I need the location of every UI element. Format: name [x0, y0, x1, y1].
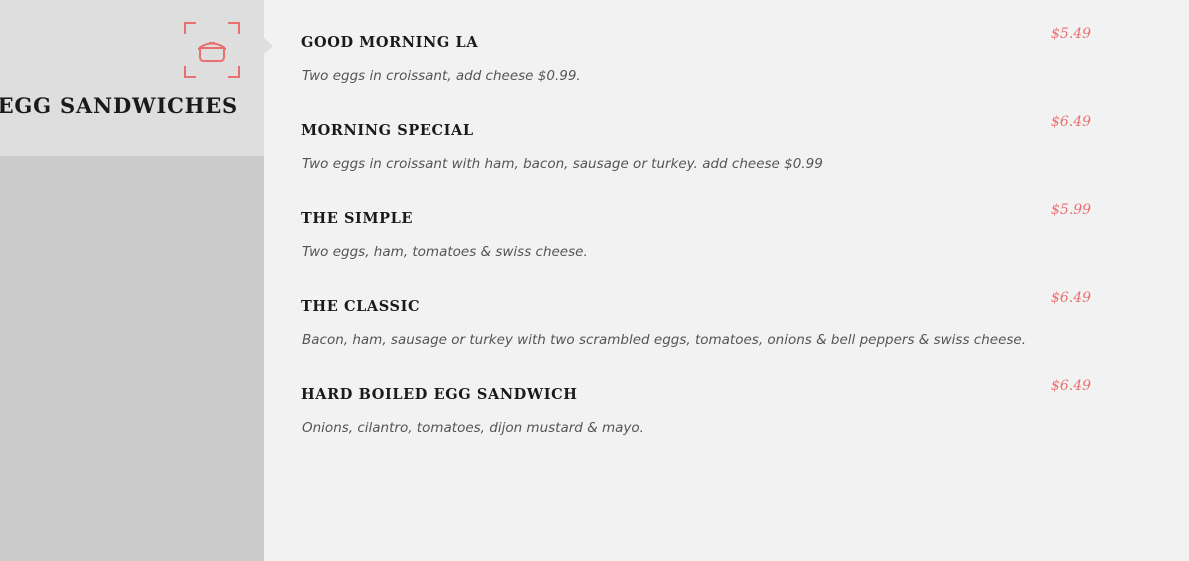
item-name: GOOD MORNING LA: [301, 34, 479, 51]
item-description: Onions, cilantro, tomatoes, dijon mustar…: [302, 420, 644, 436]
item-description: Two eggs, ham, tomatoes & swiss cheese.: [302, 244, 588, 260]
item-name: THE SIMPLE: [301, 210, 414, 227]
menu-item: GOOD MORNING LA Two eggs in croissant, a…: [301, 26, 1101, 114]
menu-item: THE SIMPLE Two eggs, ham, tomatoes & swi…: [301, 202, 1101, 290]
item-description: Two eggs in croissant with ham, bacon, s…: [302, 156, 823, 172]
active-pointer: [264, 38, 273, 54]
cooking-pot-icon: [184, 22, 240, 78]
item-description: Two eggs in croissant, add cheese $0.99.: [302, 68, 581, 84]
menu-item: MORNING SPECIAL Two eggs in croissant wi…: [301, 114, 1101, 202]
item-name: THE CLASSIC: [301, 298, 421, 315]
item-price: $6.49: [1051, 378, 1092, 394]
item-name: HARD BOILED EGG SANDWICH: [301, 386, 578, 403]
category-card[interactable]: EGG SANDWICHES: [0, 0, 264, 156]
item-price: $6.49: [1051, 114, 1092, 130]
menu-item: THE CLASSIC Bacon, ham, sausage or turke…: [301, 290, 1101, 378]
item-price: $6.49: [1051, 290, 1092, 306]
item-price: $5.99: [1051, 202, 1092, 218]
category-title: EGG SANDWICHES: [0, 93, 238, 118]
menu-list: GOOD MORNING LA Two eggs in croissant, a…: [301, 0, 1101, 466]
item-price: $5.49: [1051, 26, 1092, 42]
item-name: MORNING SPECIAL: [301, 122, 474, 139]
item-description: Bacon, ham, sausage or turkey with two s…: [302, 332, 1027, 348]
menu-item: HARD BOILED EGG SANDWICH Onions, cilantr…: [301, 378, 1101, 466]
category-sidebar: EGG SANDWICHES: [0, 0, 273, 561]
